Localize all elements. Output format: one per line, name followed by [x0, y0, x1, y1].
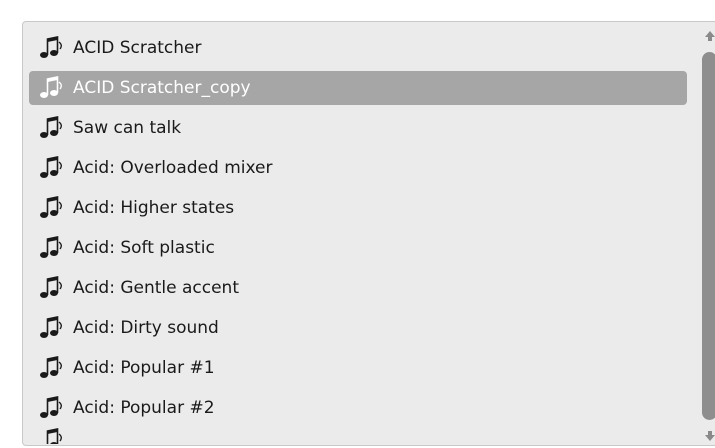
music-note-icon — [39, 196, 65, 220]
preset-list-item-label: Acid: Soft plastic — [73, 238, 215, 258]
music-note-icon — [39, 428, 65, 444]
preset-list-item[interactable]: Acid: Popular #1 — [29, 348, 687, 388]
preset-list-item[interactable]: Acid: Higher states — [29, 188, 687, 228]
preset-list-item[interactable]: Acid: Popular #2 — [29, 388, 687, 428]
scroll-down-arrow-icon[interactable] — [702, 428, 715, 444]
preset-list-item-label: Acid: Popular #1 — [73, 358, 215, 378]
preset-list-item-label: Acid: Higher states — [73, 198, 235, 218]
preset-list-item-label: Acid: Overloaded mixer — [73, 158, 273, 178]
preset-list-item[interactable]: Saw can talk — [29, 108, 687, 148]
music-note-icon — [39, 76, 65, 100]
music-note-icon — [39, 396, 65, 420]
music-note-icon — [39, 356, 65, 380]
preset-list-item[interactable]: ACID Scratcher — [29, 28, 687, 68]
music-note-icon — [39, 316, 65, 340]
preset-list-item[interactable]: Acid: Gentle accent — [29, 268, 687, 308]
preset-list-item[interactable]: Acid: Soft plastic — [29, 228, 687, 268]
preset-list-item[interactable]: Acid: Dirty sound — [29, 308, 687, 348]
music-note-icon — [39, 116, 65, 140]
preset-list-item[interactable]: Acid: Overloaded mixer — [29, 148, 687, 188]
vertical-scrollbar[interactable] — [701, 28, 715, 444]
preset-list-panel: ACID Scratcher ACID Scratcher_copy Saw can… — [22, 21, 715, 446]
window-background: ACID Scratcher ACID Scratcher_copy Saw can… — [0, 0, 715, 448]
music-note-icon — [39, 236, 65, 260]
music-note-icon — [39, 276, 65, 300]
music-note-icon — [39, 156, 65, 180]
preset-list[interactable]: ACID Scratcher ACID Scratcher_copy Saw can… — [29, 28, 687, 445]
preset-list-item-label: Acid: Gentle accent — [73, 278, 239, 298]
preset-list-item-label: Acid: Dirty sound — [73, 318, 219, 338]
preset-list-item[interactable]: ACID Scratcher_copy — [29, 71, 687, 105]
preset-list-item-partial[interactable] — [29, 428, 687, 444]
scrollbar-thumb[interactable] — [702, 52, 715, 420]
preset-list-item-label: ACID Scratcher — [73, 38, 202, 58]
scroll-up-arrow-icon[interactable] — [702, 28, 715, 44]
music-note-icon — [39, 36, 65, 60]
preset-list-item-label: ACID Scratcher_copy — [73, 78, 251, 98]
preset-list-item-label: Acid: Popular #2 — [73, 398, 215, 418]
preset-list-item-label: Saw can talk — [73, 118, 182, 138]
